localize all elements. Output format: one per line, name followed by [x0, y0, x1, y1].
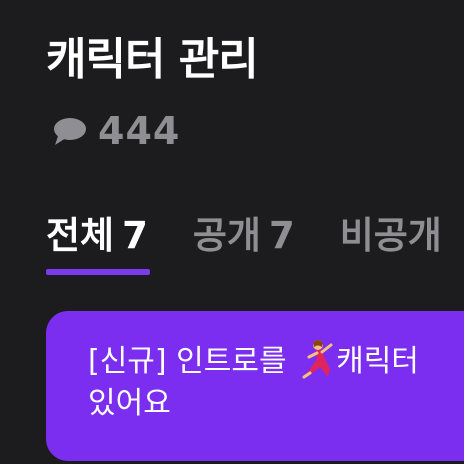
tab-private[interactable]: 비공개 — [340, 208, 442, 278]
notice-text: [신규] 인트로를 캐릭터 있어요 — [88, 339, 464, 425]
comment-count-row[interactable]: 444 — [52, 108, 180, 154]
comment-count: 444 — [98, 109, 181, 153]
notice-text-end: 캐릭터 — [336, 344, 419, 379]
character-management-page: 캐릭터 관리 444 전체 7 공개 7 비공개 [신규] 인트로를 캐릭터 있… — [0, 0, 464, 464]
tab-bar: 전체 7 공개 7 비공개 — [46, 208, 464, 278]
tab-all-label: 전체 — [46, 214, 115, 257]
tab-public-label: 공개 — [192, 214, 261, 257]
speech-bubble-icon — [52, 115, 88, 147]
new-feature-notice-card[interactable]: [신규] 인트로를 캐릭터 있어요 — [46, 311, 464, 461]
tab-all[interactable]: 전체 7 — [46, 208, 150, 278]
tab-public-count: 7 — [268, 214, 295, 257]
page-title: 캐릭터 관리 — [46, 34, 259, 85]
notice-text-line2: 있어요 — [88, 386, 171, 421]
tab-all-count: 7 — [122, 214, 148, 257]
dancer-emoji-icon — [298, 339, 334, 379]
notice-text-start: [신규] 인트로를 — [88, 344, 297, 379]
tab-public[interactable]: 공개 7 — [193, 208, 295, 278]
tab-private-label: 비공개 — [339, 214, 442, 257]
